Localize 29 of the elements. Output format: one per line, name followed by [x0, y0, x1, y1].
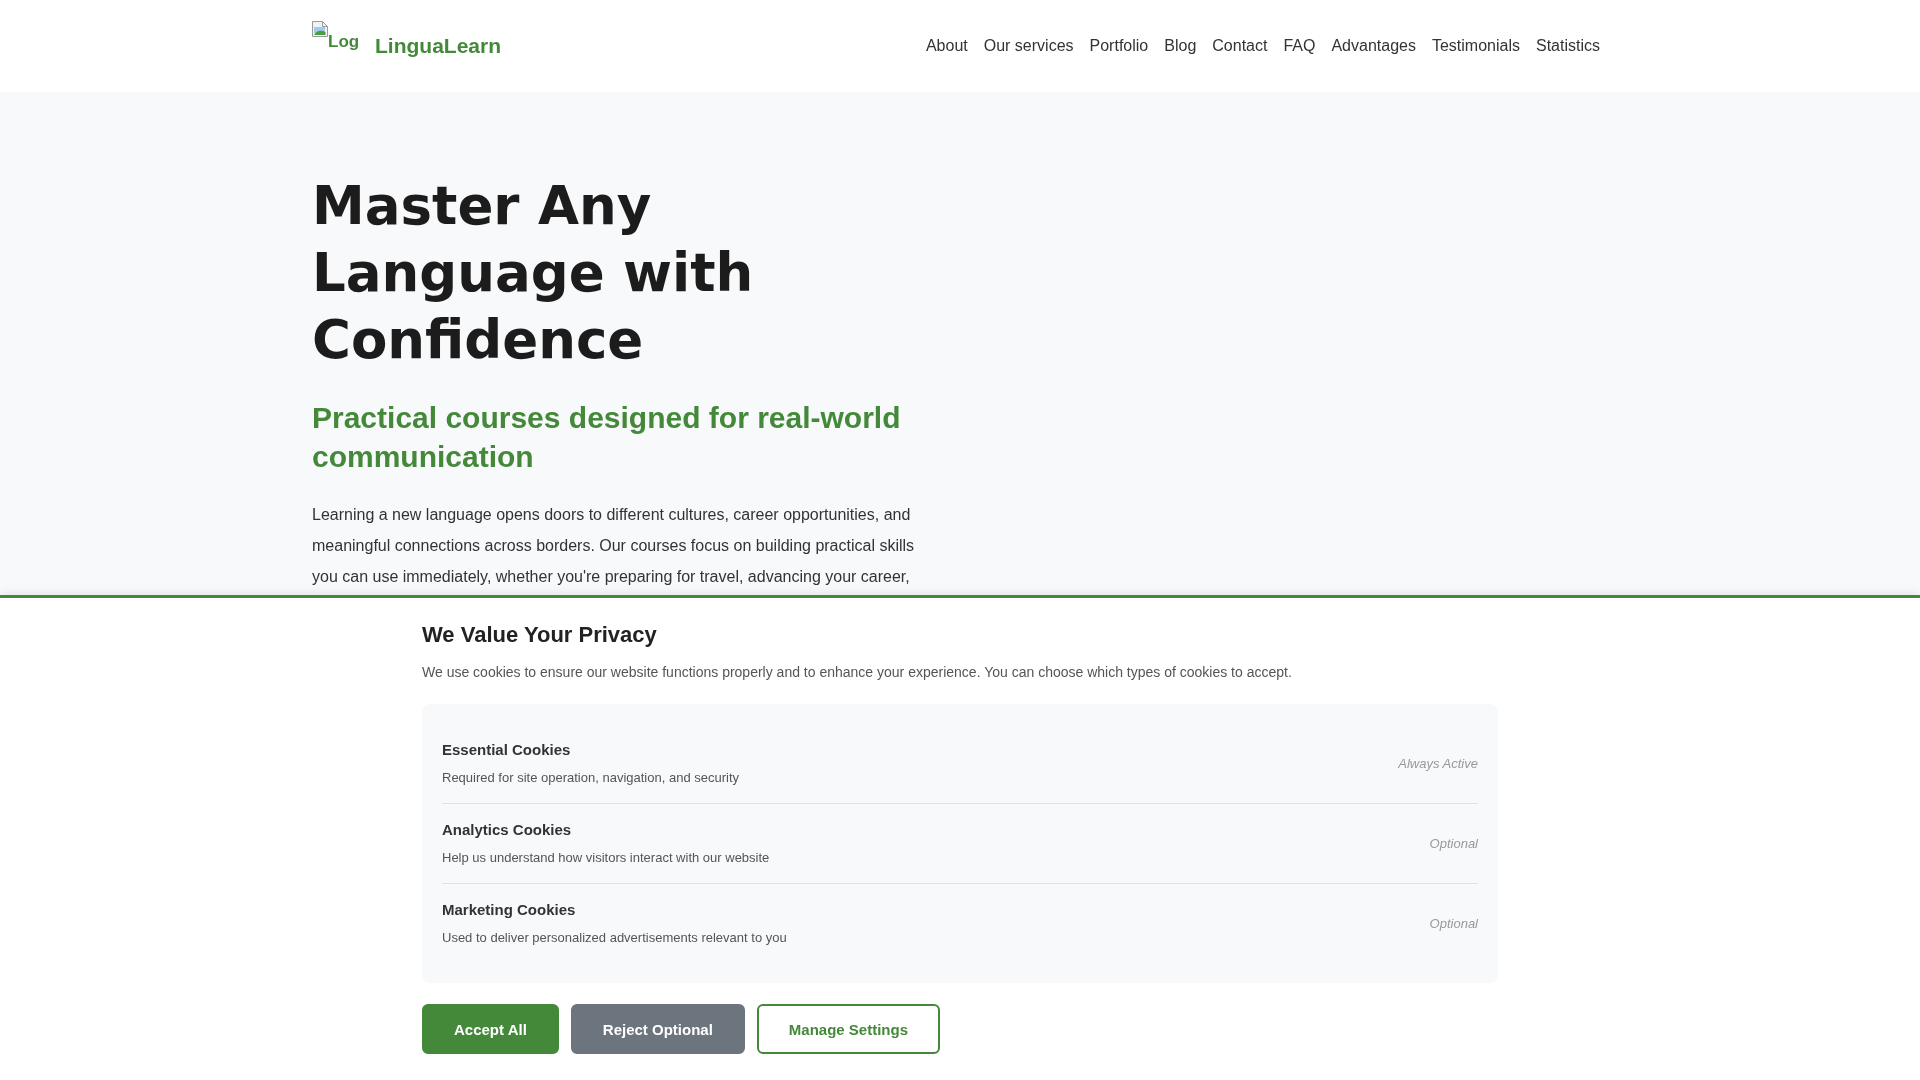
- settings-button[interactable]: Manage Settings: [756, 1004, 940, 1054]
- hero-subheading: Practical courses designed for real-world communication: [312, 400, 902, 475]
- banner-title: We Value Your Privacy: [422, 621, 658, 649]
- category-title: Essential Cookies: [442, 740, 572, 760]
- nav-link[interactable]: Our services: [975, 30, 1082, 62]
- nav-link[interactable]: About: [917, 30, 976, 62]
- category-status: Always Active: [1398, 754, 1478, 773]
- nav-link[interactable]: FAQ: [1275, 30, 1324, 62]
- category-status: Optional: [1429, 914, 1478, 933]
- nav-link[interactable]: Statistics: [1528, 30, 1608, 62]
- hero-paragraph: Learning a new language opens doors to different cultures, career opportunities, and meaningful connections across borders. Our courses focus on building practical skills you can use immediately, whether you're preparing for travel, advancing your career,: [312, 505, 916, 587]
- category-description: Used to deliver personalized advertisements relevant to you: [442, 929, 787, 947]
- nav-link[interactable]: Portfolio: [1081, 30, 1157, 62]
- logo-alt-text: Log: [328, 32, 360, 52]
- hero-heading: Master Any Language with Confidence: [312, 174, 755, 372]
- banner-description: We use cookies to ensure our website functions properly and to enhance your experience. You can choose which types of cookies to accept.: [422, 663, 1293, 682]
- category-title: Analytics Cookies: [442, 820, 573, 840]
- nav-link[interactable]: Advantages: [1323, 30, 1424, 62]
- category-description: Required for site operation, navigation, and security: [442, 769, 739, 787]
- accept-button[interactable]: Accept All: [422, 1004, 559, 1054]
- category-description: Help us understand how visitors interact with our website: [442, 849, 770, 867]
- broken-image-icon: [312, 21, 328, 37]
- category-status: Optional: [1429, 834, 1478, 853]
- brand-name[interactable]: LinguaLearn: [375, 33, 501, 59]
- nav-link[interactable]: Testimonials: [1423, 30, 1528, 62]
- category-title: Marketing Cookies: [442, 900, 577, 920]
- reject-button[interactable]: Reject Optional: [570, 1004, 745, 1054]
- nav-link[interactable]: Contact: [1204, 30, 1276, 62]
- nav-link[interactable]: Blog: [1156, 30, 1205, 62]
